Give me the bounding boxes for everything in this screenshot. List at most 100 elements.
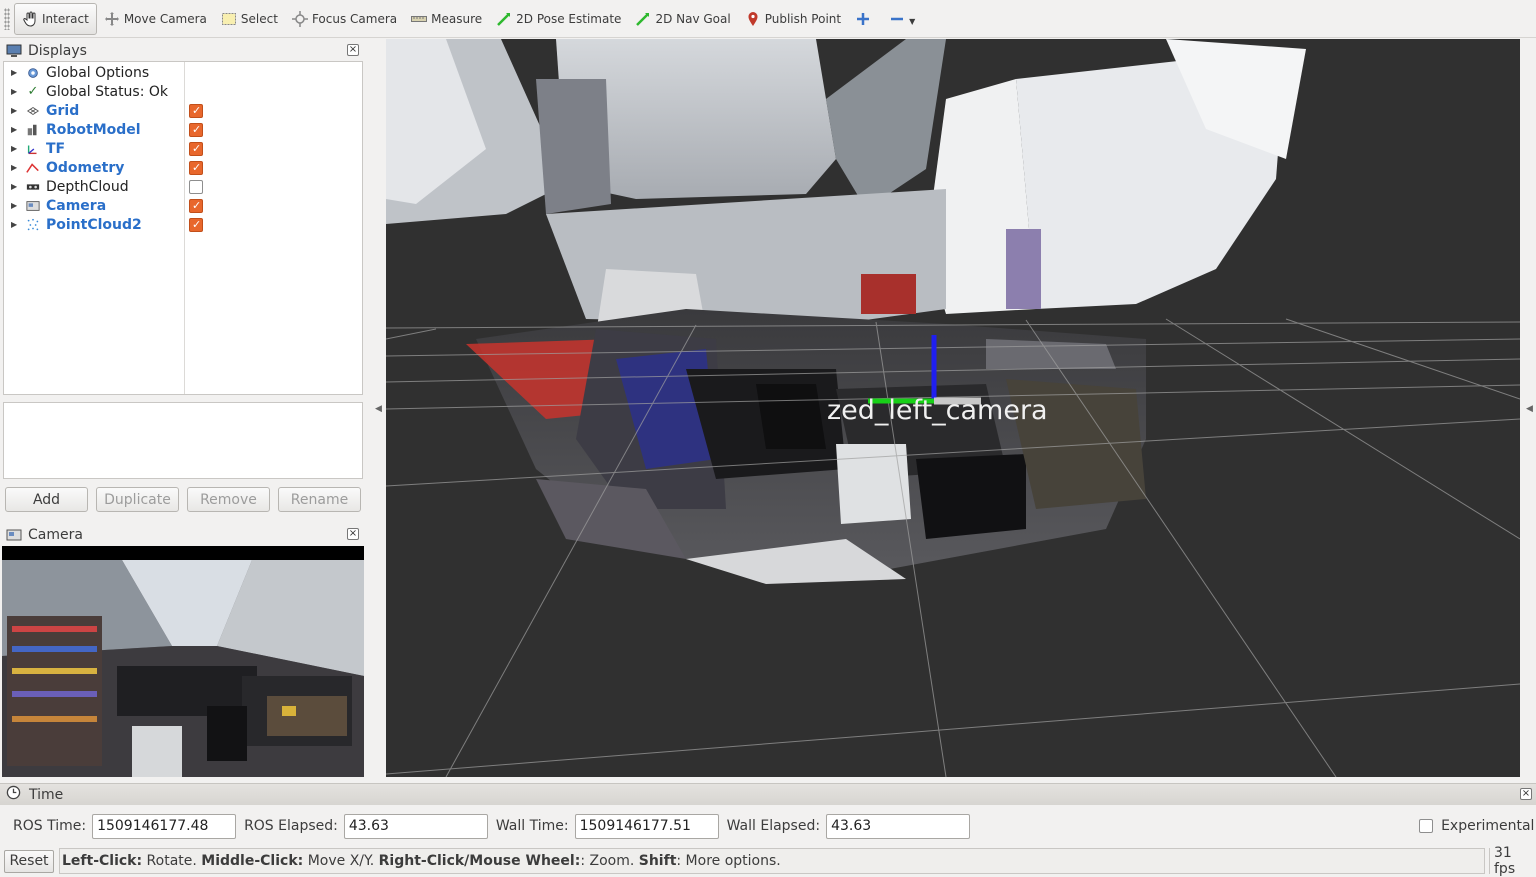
ros-elapsed-label: ROS Elapsed: <box>244 818 338 834</box>
expand-arrow-icon[interactable]: ▶ <box>11 163 21 172</box>
interact-label: Interact <box>42 11 89 26</box>
duplicate-button[interactable]: Duplicate <box>96 487 179 512</box>
expand-arrow-icon[interactable]: ▶ <box>11 106 21 115</box>
camera-panel-header: Camera <box>0 524 364 546</box>
remove-button[interactable]: Remove <box>187 487 270 512</box>
focus-camera-label: Focus Camera <box>311 11 398 26</box>
pointcloud-icon <box>25 217 41 233</box>
displays-title: Displays <box>28 43 87 59</box>
render-viewport[interactable]: zed_left_camera <box>386 39 1520 777</box>
hint-shift-value: : More options. <box>676 853 781 869</box>
right-collapse-handle[interactable]: ◀ <box>1526 404 1533 414</box>
green-arrow-icon <box>635 11 651 27</box>
time-panel-title: Time <box>29 786 64 803</box>
reset-button[interactable]: Reset <box>4 849 54 873</box>
publish-point-label: Publish Point <box>764 11 842 26</box>
2d-pose-estimate-tool-button[interactable]: 2D Pose Estimate <box>489 3 628 35</box>
expand-arrow-icon[interactable]: ▶ <box>11 182 21 191</box>
wall-time-field[interactable]: 1509146177.51 <box>574 813 719 839</box>
grid-icon <box>25 103 41 119</box>
display-item-global-options[interactable]: ▶ Global Options <box>4 63 362 82</box>
mouse-hint-text: Left-Click: Rotate. Middle-Click: Move X… <box>59 848 1485 874</box>
expand-arrow-icon[interactable]: ▶ <box>11 144 21 153</box>
display-enabled-checkbox[interactable] <box>189 198 203 213</box>
add-button[interactable]: Add <box>5 487 88 512</box>
ruler-icon <box>411 11 428 27</box>
hint-middle-click-value: Move X/Y. <box>303 853 379 869</box>
camera-panel-title: Camera <box>28 527 83 543</box>
display-item-label: PointCloud2 <box>46 216 142 233</box>
chevron-down-icon: ▼ <box>909 17 916 26</box>
display-enabled-checkbox[interactable] <box>189 141 203 156</box>
plus-icon <box>855 11 871 27</box>
green-arrow-icon <box>496 11 512 27</box>
hand-pointer-icon <box>22 11 38 27</box>
gear-icon <box>25 65 41 81</box>
wall-elapsed-label: Wall Elapsed: <box>726 818 821 834</box>
display-item-depthcloud[interactable]: ▶ DepthCloud <box>4 177 362 196</box>
toolbar-grip[interactable] <box>4 7 10 30</box>
display-item-label: Global Options <box>46 64 150 81</box>
experimental-label: Experimental <box>1441 818 1535 834</box>
camera-icon <box>25 198 41 214</box>
expand-arrow-icon[interactable]: ▶ <box>11 87 21 96</box>
hint-middle-click-key: Middle-Click: <box>201 853 304 869</box>
expand-arrow-icon[interactable]: ▶ <box>11 125 21 134</box>
display-description-box <box>3 402 363 479</box>
select-box-icon <box>221 11 237 27</box>
camera-icon <box>6 527 22 543</box>
ros-elapsed-field[interactable]: 43.63 <box>343 813 488 839</box>
focus-camera-tool-button[interactable]: Focus Camera <box>285 3 404 35</box>
expand-arrow-icon[interactable]: ▶ <box>11 68 21 77</box>
publish-point-tool-button[interactable]: Publish Point <box>738 3 848 35</box>
display-item-robotmodel[interactable]: ▶ RobotModel <box>4 120 362 139</box>
display-item-label: Global Status: Ok <box>46 83 169 100</box>
wall-time-label: Wall Time: <box>495 818 569 834</box>
remove-tool-dropdown[interactable]: ▼ <box>882 3 922 35</box>
display-item-camera[interactable]: ▶ Camera <box>4 196 362 215</box>
experimental-checkbox[interactable] <box>1419 819 1434 833</box>
display-item-odometry[interactable]: ▶ Odometry <box>4 158 362 177</box>
display-enabled-checkbox[interactable] <box>189 179 203 194</box>
rename-button[interactable]: Rename <box>278 487 361 512</box>
monitor-icon <box>6 43 22 59</box>
minus-icon <box>889 11 905 27</box>
ros-time-field[interactable]: 1509146177.48 <box>92 813 237 839</box>
display-enabled-checkbox[interactable] <box>189 122 203 137</box>
move-camera-tool-button[interactable]: Move Camera <box>97 3 214 35</box>
interact-tool-button[interactable]: Interact <box>14 2 97 35</box>
display-item-label: Odometry <box>46 159 125 176</box>
display-item-label: Grid <box>46 102 80 119</box>
display-enabled-checkbox[interactable] <box>189 160 203 175</box>
wall-elapsed-field[interactable]: 43.63 <box>826 813 971 839</box>
expand-arrow-icon[interactable]: ▶ <box>11 220 21 229</box>
select-tool-button[interactable]: Select <box>214 3 285 35</box>
camera-panel-close-button[interactable]: × <box>347 528 359 540</box>
display-item-tf[interactable]: ▶ TF <box>4 139 362 158</box>
measure-tool-button[interactable]: Measure <box>404 3 489 35</box>
fps-counter: 31 fps <box>1489 845 1533 877</box>
time-panel-close-button[interactable]: × <box>1520 788 1532 800</box>
2d-nav-goal-tool-button[interactable]: 2D Nav Goal <box>628 3 737 35</box>
display-item-pointcloud2[interactable]: ▶ PointCloud2 <box>4 215 362 234</box>
hint-left-click-value: Rotate. <box>142 853 202 869</box>
add-tool-button[interactable] <box>848 3 882 35</box>
displays-close-button[interactable]: × <box>347 44 359 56</box>
hint-right-click-value: : Zoom. <box>580 853 639 869</box>
display-enabled-checkbox[interactable] <box>189 103 203 118</box>
display-item-label: Camera <box>46 197 107 214</box>
depthcloud-icon <box>25 179 41 195</box>
display-item-global-status-ok[interactable]: ▶ ✓ Global Status: Ok <box>4 82 362 101</box>
displays-panel-header: Displays <box>0 40 364 62</box>
display-enabled-checkbox[interactable] <box>189 217 203 232</box>
time-fields-row: ROS Time: 1509146177.48 ROS Elapsed: 43.… <box>0 806 1536 846</box>
expand-arrow-icon[interactable]: ▶ <box>11 201 21 210</box>
camera-image-view[interactable] <box>2 546 364 777</box>
main-toolbar: Interact Move Camera Select Focus Camera… <box>0 0 1536 38</box>
camera-image <box>2 546 364 777</box>
display-item-grid[interactable]: ▶ Grid <box>4 101 362 120</box>
left-collapse-handle[interactable]: ◀ <box>375 404 382 414</box>
checkmark-icon: ✓ <box>27 84 39 99</box>
measure-label: Measure <box>431 11 483 26</box>
move-arrows-icon <box>104 11 120 27</box>
